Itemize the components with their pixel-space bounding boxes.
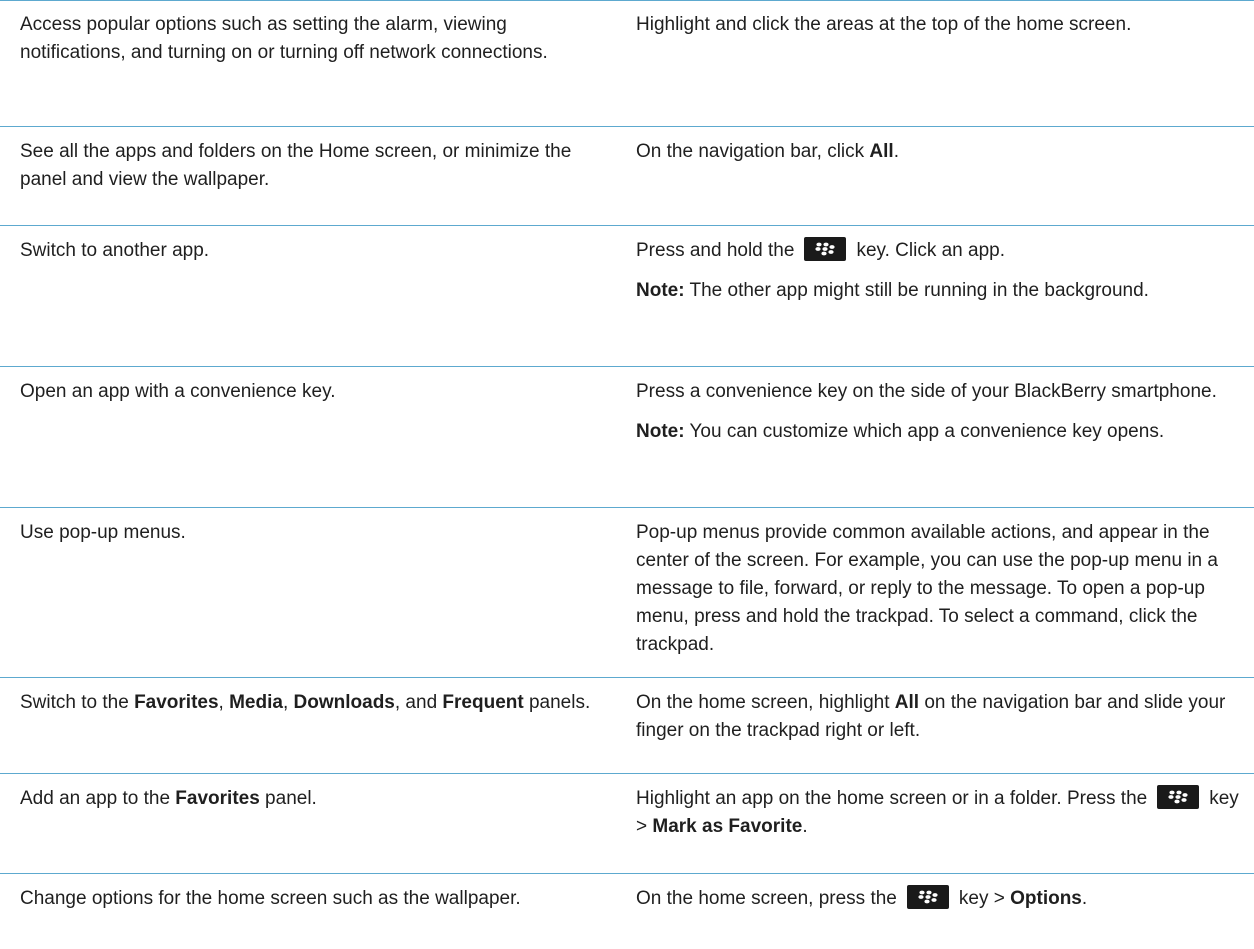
action-text: On the navigation bar, click All.: [636, 138, 1244, 166]
action-text: On the home screen, highlight All on the…: [636, 689, 1244, 745]
task-text-span: , and: [394, 692, 443, 713]
action-text-span: key. Click an app.: [856, 240, 1006, 261]
action-text-span: Press and hold the: [636, 240, 795, 261]
table-row: Switch to the Favorites, Media, Download…: [0, 678, 1254, 774]
ui-term-media: Media: [229, 692, 283, 713]
action-text-span: Press a convenience key on the side of y…: [636, 381, 1217, 402]
task-text-span: Add an app to the: [20, 788, 176, 809]
task-cell: Use pop-up menus.: [0, 508, 622, 677]
action-text: Highlight an app on the home screen or i…: [636, 785, 1244, 841]
note-label: Note:: [636, 280, 685, 301]
action-cell: On the home screen, press the key > Optio…: [622, 874, 1254, 946]
task-text-span: panel.: [259, 788, 317, 809]
blackberry-menu-key-icon: [1157, 785, 1200, 809]
task-text-span: ,: [218, 692, 230, 713]
action-cell: Press a convenience key on the side of y…: [622, 367, 1254, 507]
table-row: Open an app with a convenience key. Pres…: [0, 367, 1254, 508]
task-text: Open an app with a convenience key.: [20, 381, 336, 402]
action-text-span: On the home screen, highlight: [636, 692, 895, 713]
ui-term-favorites: Favorites: [175, 788, 260, 809]
table-row: Change options for the home screen such …: [0, 874, 1254, 946]
task-text-span: ,: [282, 692, 294, 713]
task-text: Access popular options such as setting t…: [20, 14, 548, 63]
action-text-span: Highlight an app on the home screen or i…: [636, 788, 1148, 809]
task-text-span: Switch to the: [20, 692, 135, 713]
note-label: Note:: [636, 421, 685, 442]
task-text: Use pop-up menus.: [20, 522, 186, 543]
ui-term-all: All: [894, 692, 920, 713]
table-top-rule: [0, 0, 1254, 1]
action-text-span: .: [1081, 888, 1088, 909]
task-text: See all the apps and folders on the Home…: [20, 141, 572, 190]
blackberry-menu-key-icon: [804, 237, 847, 261]
action-text: Press and hold the key. Click an app.: [636, 237, 1244, 265]
ui-term-mark-as-favorite: Mark as Favorite: [652, 816, 803, 837]
action-cell: Press and hold the key. Click an app. Not…: [622, 226, 1254, 366]
task-text-span: panels.: [523, 692, 591, 713]
task-text: Switch to the Favorites, Media, Download…: [20, 689, 614, 717]
table-row: Switch to another app. Press and hold th…: [0, 226, 1254, 367]
action-text: Pop-up menus provide common available ac…: [636, 519, 1244, 659]
blackberry-menu-key-icon: [906, 885, 949, 909]
table-row: Add an app to the Favorites panel. Highl…: [0, 774, 1254, 874]
note-body: The other app might still be running in …: [684, 280, 1149, 301]
task-cell: Switch to another app.: [0, 226, 622, 366]
action-text: Press a convenience key on the side of y…: [636, 378, 1244, 406]
action-cell: On the navigation bar, click All.: [622, 127, 1254, 225]
task-cell: Change options for the home screen such …: [0, 874, 622, 946]
task-text: Switch to another app.: [20, 240, 210, 261]
table-row: Use pop-up menus. Pop-up menus provide c…: [0, 508, 1254, 678]
action-text: On the home screen, press the key > Optio…: [636, 885, 1244, 913]
table-row: See all the apps and folders on the Home…: [0, 127, 1254, 226]
action-text: Highlight and click the areas at the top…: [636, 11, 1244, 39]
ui-term-options: Options: [1010, 888, 1082, 909]
tips-table: Access popular options such as setting t…: [0, 0, 1254, 946]
ui-term-favorites: Favorites: [134, 692, 219, 713]
action-text-span: key >: [958, 888, 1011, 909]
note-body: You can customize which app a convenienc…: [684, 421, 1165, 442]
ui-term-frequent: Frequent: [442, 692, 524, 713]
note-text: Note: You can customize which app a conv…: [636, 418, 1244, 446]
task-cell: Open an app with a convenience key.: [0, 367, 622, 507]
action-cell: On the home screen, highlight All on the…: [622, 678, 1254, 773]
ui-term-downloads: Downloads: [293, 692, 395, 713]
task-cell: Access popular options such as setting t…: [0, 0, 622, 126]
task-cell: See all the apps and folders on the Home…: [0, 127, 622, 225]
action-text-span: .: [893, 141, 899, 162]
action-text-span: Highlight and click the areas at the top…: [636, 14, 1132, 35]
action-text-span: On the navigation bar, click: [636, 141, 870, 162]
ui-term-all: All: [869, 141, 894, 162]
action-text-span: Pop-up menus provide common available ac…: [636, 522, 1218, 655]
task-text: Add an app to the Favorites panel.: [20, 785, 614, 813]
action-cell: Highlight an app on the home screen or i…: [622, 774, 1254, 873]
task-text: Change options for the home screen such …: [20, 888, 521, 909]
note-text: Note: The other app might still be runni…: [636, 277, 1244, 305]
action-cell: Highlight and click the areas at the top…: [622, 0, 1254, 126]
table-row: Access popular options such as setting t…: [0, 0, 1254, 127]
action-text-span: On the home screen, press the: [636, 888, 897, 909]
task-cell: Switch to the Favorites, Media, Download…: [0, 678, 622, 773]
page: { "rows": [ { "task": "Access popular op…: [0, 0, 1254, 949]
task-cell: Add an app to the Favorites panel.: [0, 774, 622, 873]
action-text-span: .: [802, 816, 808, 837]
action-cell: Pop-up menus provide common available ac…: [622, 508, 1254, 677]
